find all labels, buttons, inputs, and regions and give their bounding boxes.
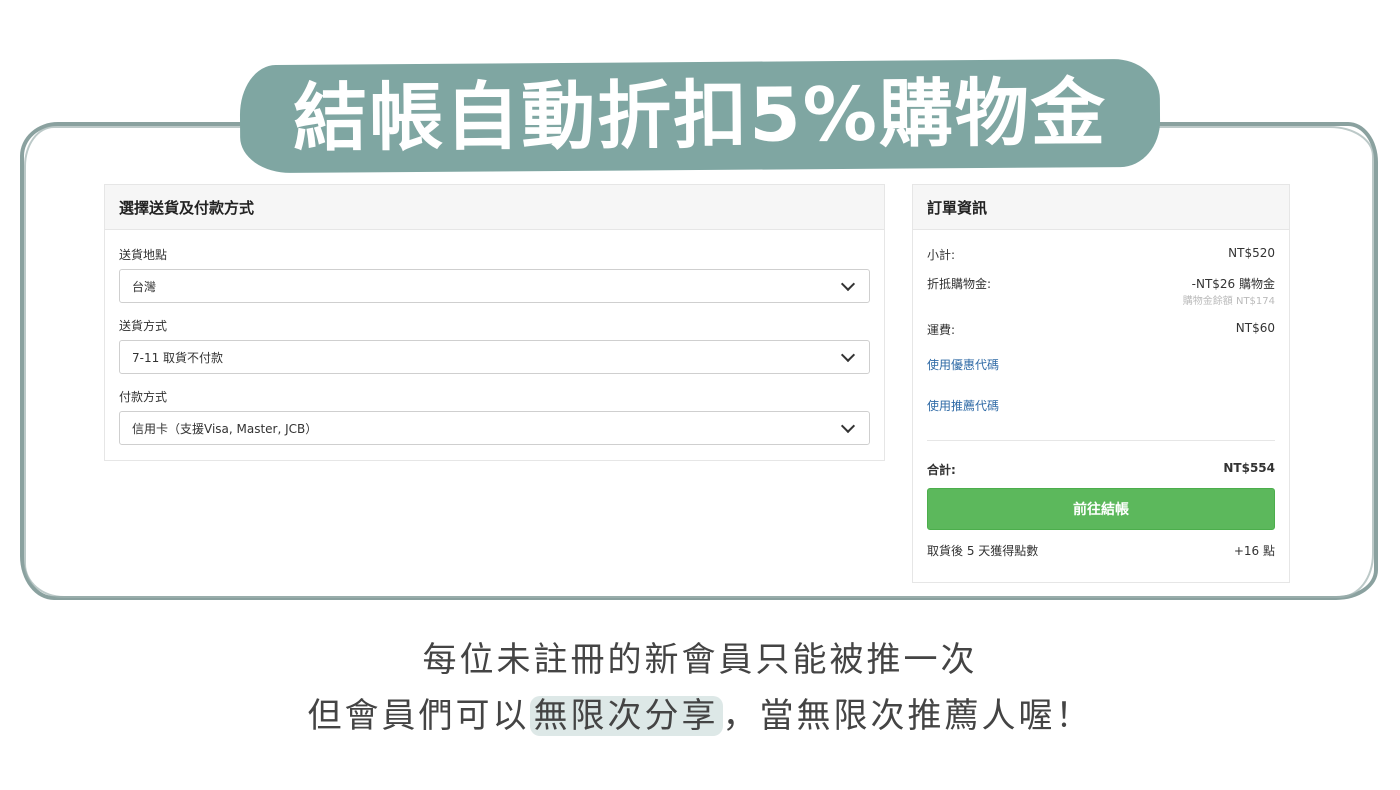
subtotal-value: NT$520 [1228,246,1275,260]
chevron-down-icon [840,418,856,433]
shipping-fee-value: NT$60 [1235,321,1275,335]
caption-line-2-suffix: ，當無限次推薦人喔！ [722,696,1093,736]
chevron-down-icon [840,276,856,291]
points-row: 取貨後 5 天獲得點數 +16 點 [913,542,1289,559]
order-info-panel: 訂單資訊 小計: NT$520 折抵購物金: -NT$26 購物金 購物金餘額 … [912,184,1290,583]
payment-method-select[interactable]: 信用卡（支援Visa, Master, JCB） [119,411,870,445]
payment-method-label: 付款方式 [119,390,168,404]
coupon-code-link[interactable]: 使用優惠代碼 [913,356,1289,373]
promo-banner-title: 結帳自動折扣5%購物金 [292,70,1108,162]
shipping-fee-label: 運費: [927,323,956,337]
caption-line-2: 但會員們可以 無限次分享 ，當無限次推薦人喔！ [0,688,1400,737]
order-info-title: 訂單資訊 [913,185,1289,230]
caption-line-1: 每位未註冊的新會員只能被推一次 [422,640,978,680]
payment-method-value: 信用卡（支援Visa, Master, JCB） [132,421,318,436]
subtotal-label: 小計: [927,248,956,262]
total-row: 合計: NT$554 [913,461,1289,478]
credit-value-group: -NT$26 購物金 購物金餘額 NT$174 [1183,275,1275,307]
divider [927,440,1275,441]
total-label: 合計: [927,463,956,477]
shipping-payment-title: 選擇送貨及付款方式 [105,185,884,230]
caption-line-2-prefix: 但會員們可以 [307,696,530,736]
points-label: 取貨後 5 天獲得點數 [927,544,1039,558]
delivery-method-label: 送貨方式 [119,319,168,333]
delivery-location-label: 送貨地點 [119,248,168,262]
promo-banner: 結帳自動折扣5%購物金 [239,58,1161,174]
credit-value: -NT$26 購物金 [1191,277,1275,291]
subtotal-row: 小計: NT$520 [913,246,1289,263]
credit-label: 折抵購物金: [927,277,992,291]
points-value: +16 點 [1233,544,1275,558]
delivery-method-value: 7-11 取貨不付款 [132,350,224,365]
shipping-payment-panel: 選擇送貨及付款方式 送貨地點 台灣 送貨方式 7-11 取貨不付款 付款方式 信… [104,184,885,461]
chevron-down-icon [840,347,856,362]
checkout-button[interactable]: 前往結帳 [927,488,1275,530]
total-value: NT$554 [1223,461,1275,475]
shipping-fee-row: 運費: NT$60 [913,321,1289,338]
referral-code-link[interactable]: 使用推薦代碼 [913,397,1289,414]
delivery-method-select[interactable]: 7-11 取貨不付款 [119,340,870,374]
delivery-location-value: 台灣 [132,279,157,294]
delivery-location-select[interactable]: 台灣 [119,269,870,303]
credit-balance: 購物金餘額 NT$174 [1182,296,1275,307]
credit-row: 折抵購物金: -NT$26 購物金 購物金餘額 NT$174 [913,275,1289,307]
caption-highlight: 無限次分享 [529,696,723,736]
